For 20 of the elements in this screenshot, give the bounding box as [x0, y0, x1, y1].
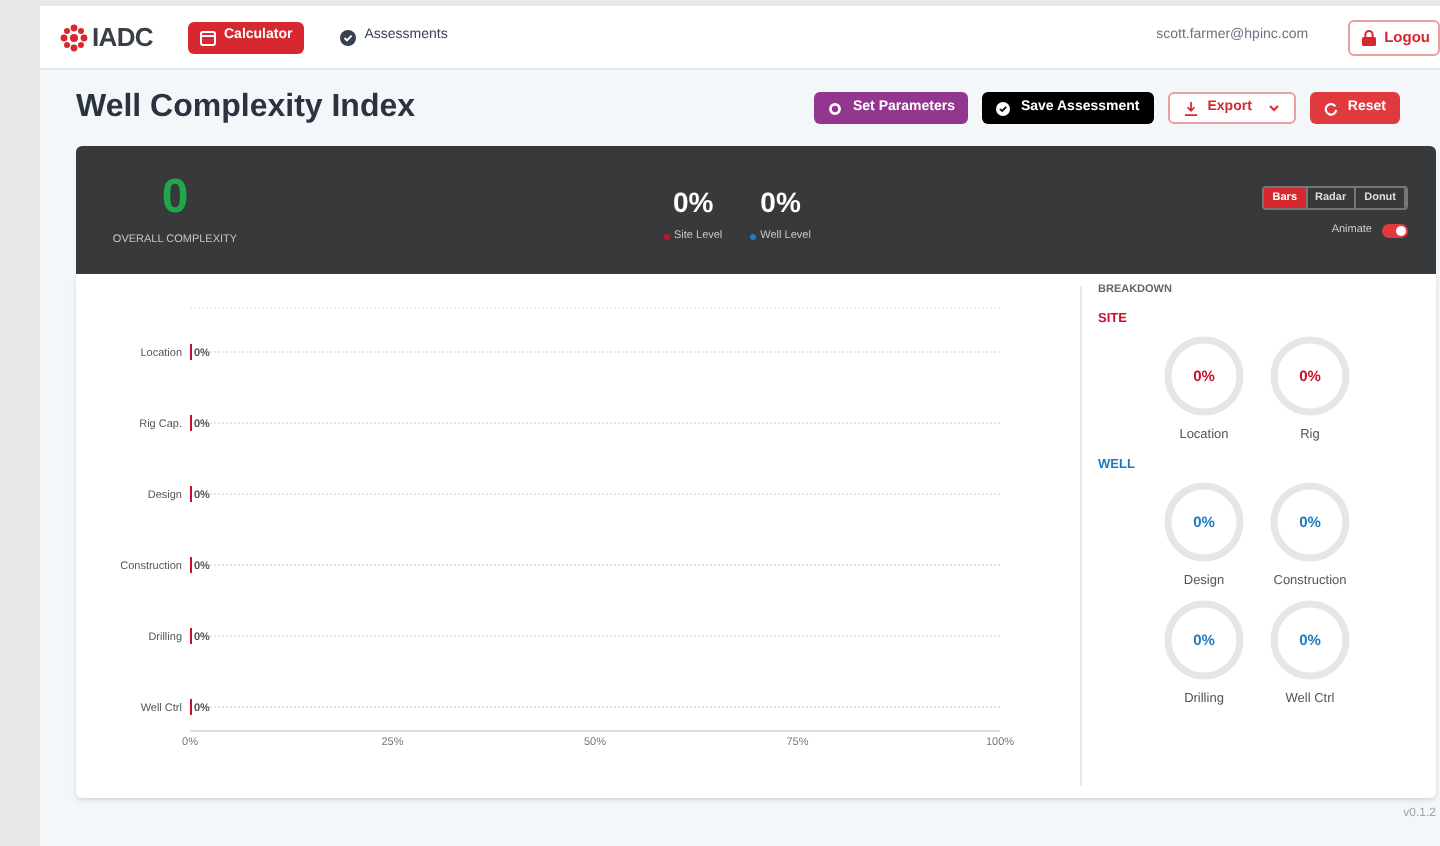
lock-icon: [1362, 29, 1377, 45]
logo-text: IADC: [92, 19, 153, 56]
check-circle-icon: [340, 29, 357, 45]
level-value: 0%: [672, 184, 714, 223]
progress-ring: [1164, 336, 1244, 416]
logo-icon: [60, 23, 88, 51]
progress-ring: [1270, 336, 1350, 416]
progress-ring: [1164, 481, 1244, 561]
check-circle-icon: [996, 101, 1011, 115]
animate-toggle[interactable]: [1382, 223, 1408, 238]
refresh-icon: [1323, 101, 1338, 115]
calendar-icon: [200, 29, 216, 45]
overall-score: 0: [161, 171, 189, 224]
progress-ring: [1270, 600, 1350, 681]
progress-ring: [1270, 481, 1350, 561]
page-title: Well Complexity Index: [76, 88, 416, 128]
level-value: 0%: [760, 184, 801, 223]
progress-ring: [1164, 600, 1244, 681]
chevron-down-icon: [1267, 104, 1280, 112]
download-icon: [1183, 101, 1198, 115]
